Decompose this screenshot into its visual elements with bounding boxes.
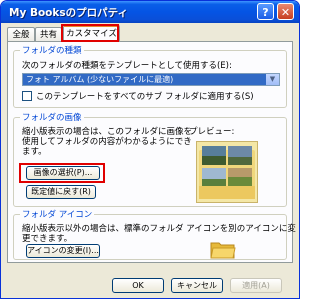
folder-type-group: フォルダの種類 次のフォルダの種類をテンプレートとして使用する(E): フォト … — [13, 44, 287, 108]
folder-type-legend: フォルダの種類 — [20, 44, 84, 56]
folder-icon — [210, 239, 236, 262]
folder-icon-legend: フォルダ アイコン — [20, 208, 95, 220]
tab-sharing[interactable]: 共有 — [35, 27, 62, 41]
tab-highlight-box — [61, 24, 119, 42]
folder-type-select[interactable]: フォト アルバム (少ないファイルに最適) ▼ — [22, 73, 280, 86]
folder-type-description: 次のフォルダの種類をテンプレートとして使用する(E): — [22, 61, 232, 71]
ok-button[interactable]: OK — [112, 278, 164, 293]
close-button[interactable]: ✕ — [277, 3, 294, 20]
title-bar[interactable]: My Booksのプロパティ ? ✕ — [1, 1, 299, 23]
folder-icon-desc-line2: 更できます。 — [22, 234, 73, 244]
customize-panel: フォルダの種類 次のフォルダの種類をテンプレートとして使用する(E): フォト … — [7, 41, 296, 263]
help-button[interactable]: ? — [257, 3, 274, 20]
properties-window: My Booksのプロパティ ? ✕ 全般 共有 カスタマイズ フォルダの種類 … — [0, 0, 300, 299]
chevron-down-icon[interactable]: ▼ — [266, 74, 279, 85]
folder-picture-legend: フォルダの画像 — [20, 111, 84, 123]
folder-picture-desc-line3: ます。 — [22, 147, 47, 157]
folder-preview — [196, 141, 258, 203]
folder-picture-group: フォルダの画像 縮小版表示の場合は、このフォルダに画像を 使用してフォルダの内容… — [13, 111, 287, 207]
change-icon-button[interactable]: アイコンの変更(I)... — [26, 244, 100, 258]
tab-general[interactable]: 全般 — [7, 27, 35, 41]
restore-default-button[interactable]: 既定値に戻す(R) — [26, 185, 96, 199]
folder-icon-group: フォルダ アイコン 縮小版表示以外の場合は、標準のフォルダ アイコンを別のアイコ… — [13, 208, 296, 262]
cancel-button[interactable]: キャンセル — [171, 278, 223, 293]
folder-type-selected: フォト アルバム (少ないファイルに最適) — [26, 75, 174, 84]
choose-button-highlight-box — [19, 163, 105, 183]
folder-thumbnail-image — [199, 146, 255, 199]
folder-picture-desc-line2: 使用してフォルダの内容がわかるようにでき — [22, 137, 192, 147]
apply-button: 適用(A) — [230, 278, 282, 293]
window-title: My Booksのプロパティ — [9, 7, 128, 19]
apply-subfolders-checkbox[interactable] — [22, 91, 32, 101]
apply-subfolders-label: このテンプレートをすべてのサブ フォルダに適用する(S) — [36, 92, 254, 102]
preview-label: プレビュー: — [189, 127, 235, 137]
